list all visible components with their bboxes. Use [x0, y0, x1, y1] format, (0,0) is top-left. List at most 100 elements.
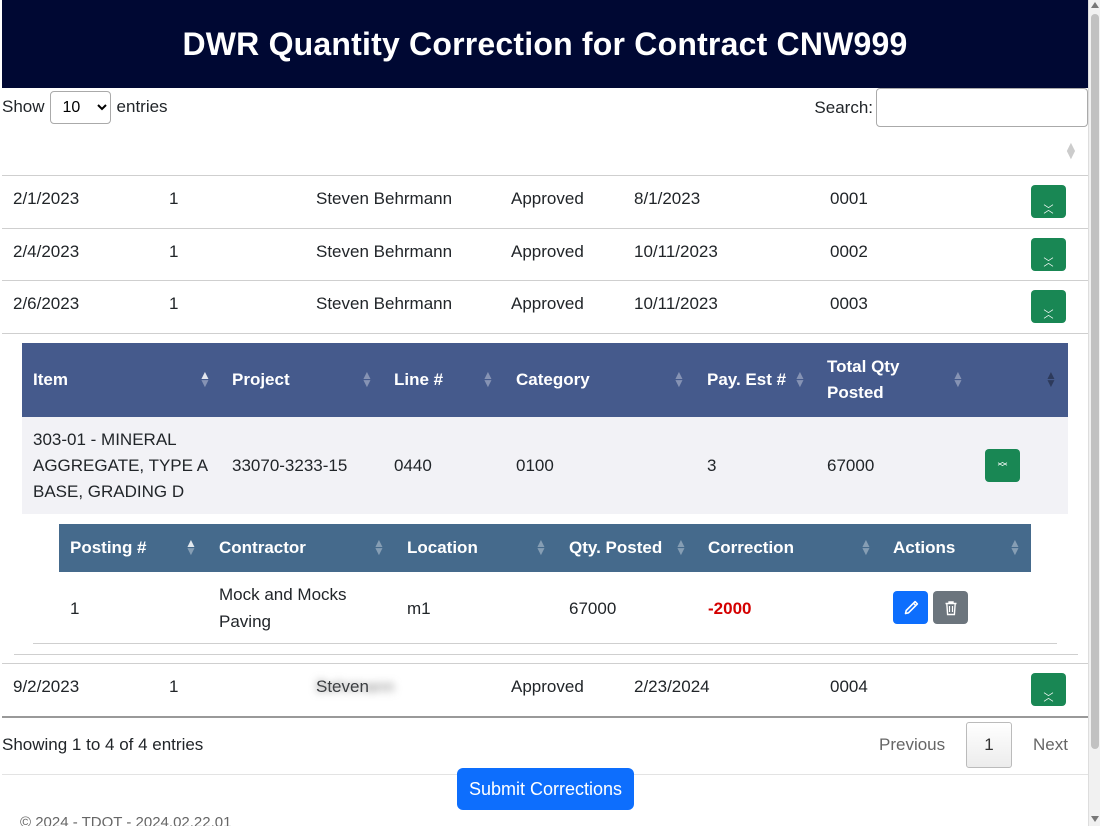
entries-label: entries [116, 97, 168, 116]
item-total-qty: 67000 [827, 455, 875, 475]
item-line: 0440 [394, 455, 432, 475]
col-header-pay-est[interactable]: Pay. Est # [707, 343, 786, 417]
row-code: 0004 [830, 677, 868, 696]
sort-icon[interactable]: ▲ ▼ [675, 537, 687, 557]
table-row: 2/1/2023 1 Steven Behrmann Approved 8/1/… [2, 173, 1088, 225]
sort-icon[interactable]: ▲ ▼ [1064, 139, 1078, 161]
search-label: Search: [814, 97, 873, 117]
row-inspector-blurred: Behrmann [316, 677, 395, 696]
item-description: 303-01 - MINERAL AGGREGATE, TYPE A BASE,… [33, 429, 208, 501]
col-header-project[interactable]: Project [232, 343, 290, 417]
sort-icon[interactable]: ▲ ▼ [673, 369, 685, 389]
posting-number: 1 [70, 598, 80, 618]
scrollbar-thumb[interactable] [1091, 14, 1099, 749]
table-row: 2/6/2023 1 Steven Behrmann Approved 10/1… [2, 278, 1088, 330]
divider [33, 643, 1057, 644]
postings-table: Posting # ▲ ▼ Contractor ▲ ▼ Location ▲ ▼ Q… [59, 524, 1031, 644]
items-table-row: 303-01 - MINERAL AGGREGATE, TYPE A BASE,… [22, 417, 1068, 514]
row-date: 2/1/2023 [13, 189, 80, 208]
col-header-contractor[interactable]: Contractor [219, 524, 306, 572]
col-header-qty-posted[interactable]: Qty. Posted [569, 524, 662, 572]
row-inspector: Steven Behrmann [316, 242, 453, 261]
sort-icon[interactable]: ▲ ▼ [482, 369, 494, 389]
row-approved-date: 8/1/2023 [634, 189, 701, 208]
sort-icon[interactable]: ▲ ▼ [952, 369, 964, 389]
table-row: 9/2/2023 1 Steven Behrmann Approved 2/23… [2, 661, 1088, 713]
table-bottom-border [2, 716, 1088, 718]
search-control: Search: [814, 88, 1088, 127]
previous-page-button[interactable]: Previous [879, 722, 945, 768]
edit-button[interactable] [893, 591, 928, 624]
col-header-location[interactable]: Location [407, 524, 478, 572]
trash-icon [945, 600, 956, 615]
sort-icon[interactable]: ▲ ▼ [1009, 537, 1021, 557]
row-approved-date: 2/23/2024 [634, 677, 710, 696]
col-header-item[interactable]: Item [33, 343, 68, 417]
col-header-actions[interactable]: Actions [893, 524, 955, 572]
row-status: Approved [511, 242, 584, 261]
scroll-down-icon[interactable] [1091, 816, 1099, 822]
expand-row-button[interactable]: ︿ ﹀ [1031, 185, 1066, 218]
row-date: 2/6/2023 [13, 294, 80, 313]
next-page-button[interactable]: Next [1033, 722, 1068, 768]
items-table-header: Item ▲ ▼ Project ▲ ▼ Line # ▲ ▼ Category ▲ ▼… [22, 343, 1068, 417]
row-number: 1 [169, 677, 179, 696]
row-number: 1 [169, 242, 179, 261]
page-header: DWR Quantity Correction for Contract CNW… [2, 0, 1088, 88]
row-code: 0003 [830, 294, 868, 313]
posting-qty: 67000 [569, 598, 617, 618]
row-date: 2/4/2023 [13, 242, 80, 261]
correction-value[interactable]: -2000 [708, 572, 751, 644]
sort-icon[interactable]: ▲ ▼ [373, 537, 385, 557]
page-1-button[interactable]: 1 [966, 722, 1012, 768]
sort-icon[interactable]: ▲ ▼ [185, 537, 197, 557]
row-inspector: Steven Behrmann [316, 294, 453, 313]
row-status: Approved [511, 189, 584, 208]
contract-number: CNW999 [776, 25, 908, 62]
col-header-posting[interactable]: Posting # [70, 524, 147, 572]
page-title: DWR Quantity Correction for Contract CNW… [182, 26, 907, 63]
copyright-text: © 2024 - TDOT - 2024.02.22.01 [20, 814, 232, 826]
sort-icon[interactable]: ▲ ▼ [361, 369, 373, 389]
col-header-category[interactable]: Category [516, 343, 590, 417]
sort-icon[interactable]: ▲ ▼ [535, 537, 547, 557]
item-pay-est: 3 [707, 455, 717, 475]
entries-select[interactable]: 10 [49, 90, 111, 124]
col-header-total-qty[interactable]: Total Qty Posted [827, 343, 927, 417]
item-project: 33070-3233-15 [232, 455, 348, 475]
entries-length-control: Show 10 entries [2, 90, 168, 124]
vertical-scrollbar[interactable] [1088, 0, 1100, 826]
sort-icon[interactable]: ▲ ▼ [1045, 369, 1057, 389]
row-number: 1 [169, 294, 179, 313]
expand-row-button[interactable]: ︿ ﹀ [1031, 238, 1066, 271]
table-info: Showing 1 to 4 of 4 entries [2, 735, 204, 754]
expand-row-button[interactable]: ︿ ﹀ [1031, 290, 1066, 323]
col-header-correction[interactable]: Correction [708, 524, 794, 572]
row-inspector: Steven Behrmann [316, 189, 453, 208]
row-date: 9/2/2023 [13, 677, 80, 696]
row-status: Approved [511, 294, 584, 313]
sort-icon[interactable]: ▲ ▼ [860, 537, 872, 557]
col-header-line[interactable]: Line # [394, 343, 443, 417]
expand-row-button[interactable]: ︿ ﹀ [1031, 673, 1066, 706]
row-code: 0001 [830, 189, 868, 208]
row-code: 0002 [830, 242, 868, 261]
posting-contractor: Mock and Mocks Paving [219, 585, 347, 631]
items-table: Item ▲ ▼ Project ▲ ▼ Line # ▲ ▼ Category ▲ ▼… [22, 343, 1068, 514]
sort-icon[interactable]: ▲ ▼ [794, 369, 806, 389]
pencil-icon [904, 600, 918, 614]
submit-corrections-button[interactable]: Submit Corrections [457, 768, 634, 810]
divider [2, 333, 1088, 334]
search-input[interactable] [876, 88, 1088, 127]
expand-item-button[interactable]: ︿ ﹀ [985, 449, 1020, 482]
item-category: 0100 [516, 455, 554, 475]
scroll-up-icon[interactable] [1091, 2, 1099, 8]
postings-table-row: 1 Mock and Mocks Paving m1 67000 -2000 [59, 572, 1031, 644]
sort-icon[interactable]: ▲ ▼ [199, 369, 211, 389]
table-row: 2/4/2023 1 Steven Behrmann Approved 10/1… [2, 226, 1088, 278]
delete-button[interactable] [933, 591, 968, 624]
row-number: 1 [169, 189, 179, 208]
chevron-updown-icon: ︿ ﹀ [997, 456, 1008, 474]
row-approved-date: 10/11/2023 [634, 242, 718, 261]
title-text: DWR Quantity Correction for Contract [182, 25, 777, 62]
